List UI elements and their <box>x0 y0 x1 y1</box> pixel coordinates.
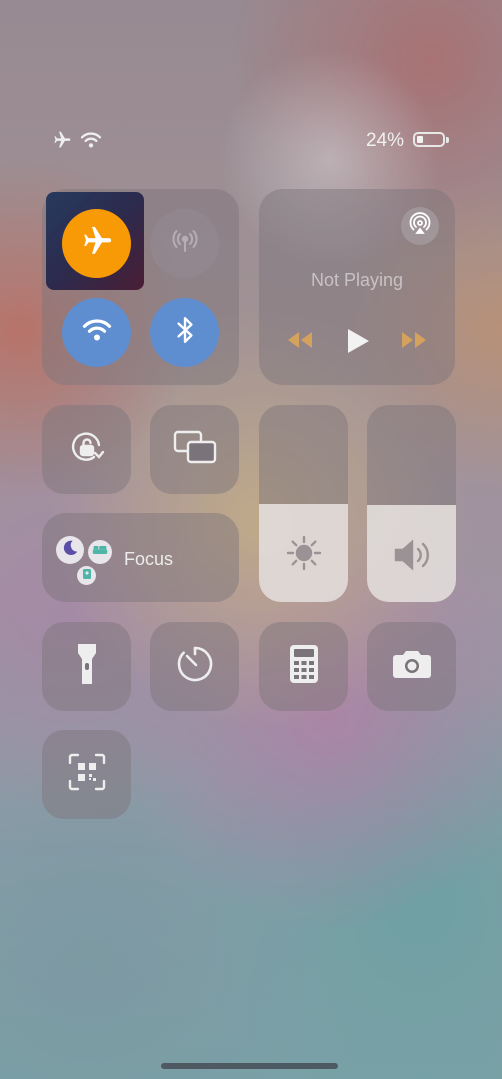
focus-bed-badge <box>88 540 112 564</box>
airplane-icon <box>80 224 114 263</box>
timer-icon <box>175 644 215 689</box>
fast-forward-icon <box>399 332 429 358</box>
status-left <box>52 130 102 155</box>
calculator-button[interactable] <box>259 622 348 711</box>
status-bar: 24% <box>0 128 502 154</box>
person-badge-icon <box>82 567 92 585</box>
camera-button[interactable] <box>367 622 456 711</box>
bluetooth-toggle[interactable] <box>150 298 219 367</box>
focus-button[interactable]: Focus <box>42 513 239 602</box>
rotation-lock-icon <box>65 425 109 474</box>
code-scanner-button[interactable] <box>42 730 131 819</box>
now-playing-title: Not Playing <box>310 270 404 290</box>
play-icon <box>345 329 371 360</box>
orientation-lock-button[interactable] <box>42 405 131 494</box>
sun-icon <box>285 534 323 577</box>
battery-tip <box>446 137 449 143</box>
bed-icon <box>92 543 108 561</box>
timer-button[interactable] <box>150 622 239 711</box>
flashlight-icon <box>76 641 98 692</box>
fast-forward-button[interactable] <box>399 326 429 359</box>
status-airplane-icon <box>52 130 72 155</box>
wifi-toggle[interactable] <box>62 298 131 367</box>
battery-level-fill <box>417 136 423 143</box>
focus-label: Focus <box>124 549 174 569</box>
wifi-icon <box>82 317 112 348</box>
cellular-antenna-icon <box>169 225 201 262</box>
battery-percent: 24% <box>365 130 404 151</box>
screen-mirroring-icon <box>172 429 218 470</box>
focus-moon-badge <box>56 536 84 564</box>
rewind-icon <box>285 332 315 358</box>
play-button[interactable] <box>345 326 371 361</box>
screen-mirroring-button[interactable] <box>150 405 239 494</box>
status-wifi-icon <box>80 131 102 154</box>
brightness-slider[interactable] <box>259 405 348 602</box>
airplay-audio-icon <box>408 211 432 241</box>
calculator-icon <box>289 644 319 689</box>
flashlight-button[interactable] <box>42 622 131 711</box>
brightness-icon-wrap <box>259 534 348 577</box>
focus-person-badge <box>77 566 96 585</box>
volume-icon-wrap <box>367 538 456 577</box>
airplane-mode-toggle[interactable] <box>62 209 131 278</box>
airplay-button[interactable] <box>401 207 439 245</box>
bluetooth-icon <box>172 315 198 350</box>
battery-icon <box>413 132 445 147</box>
home-indicator[interactable] <box>161 1063 338 1069</box>
moon-icon <box>61 539 79 562</box>
rewind-button[interactable] <box>285 326 315 359</box>
volume-slider[interactable] <box>367 405 456 602</box>
qr-code-scanner-icon <box>67 752 107 797</box>
speaker-icon <box>392 538 432 577</box>
cellular-data-toggle[interactable] <box>150 209 219 278</box>
camera-icon <box>392 648 432 685</box>
